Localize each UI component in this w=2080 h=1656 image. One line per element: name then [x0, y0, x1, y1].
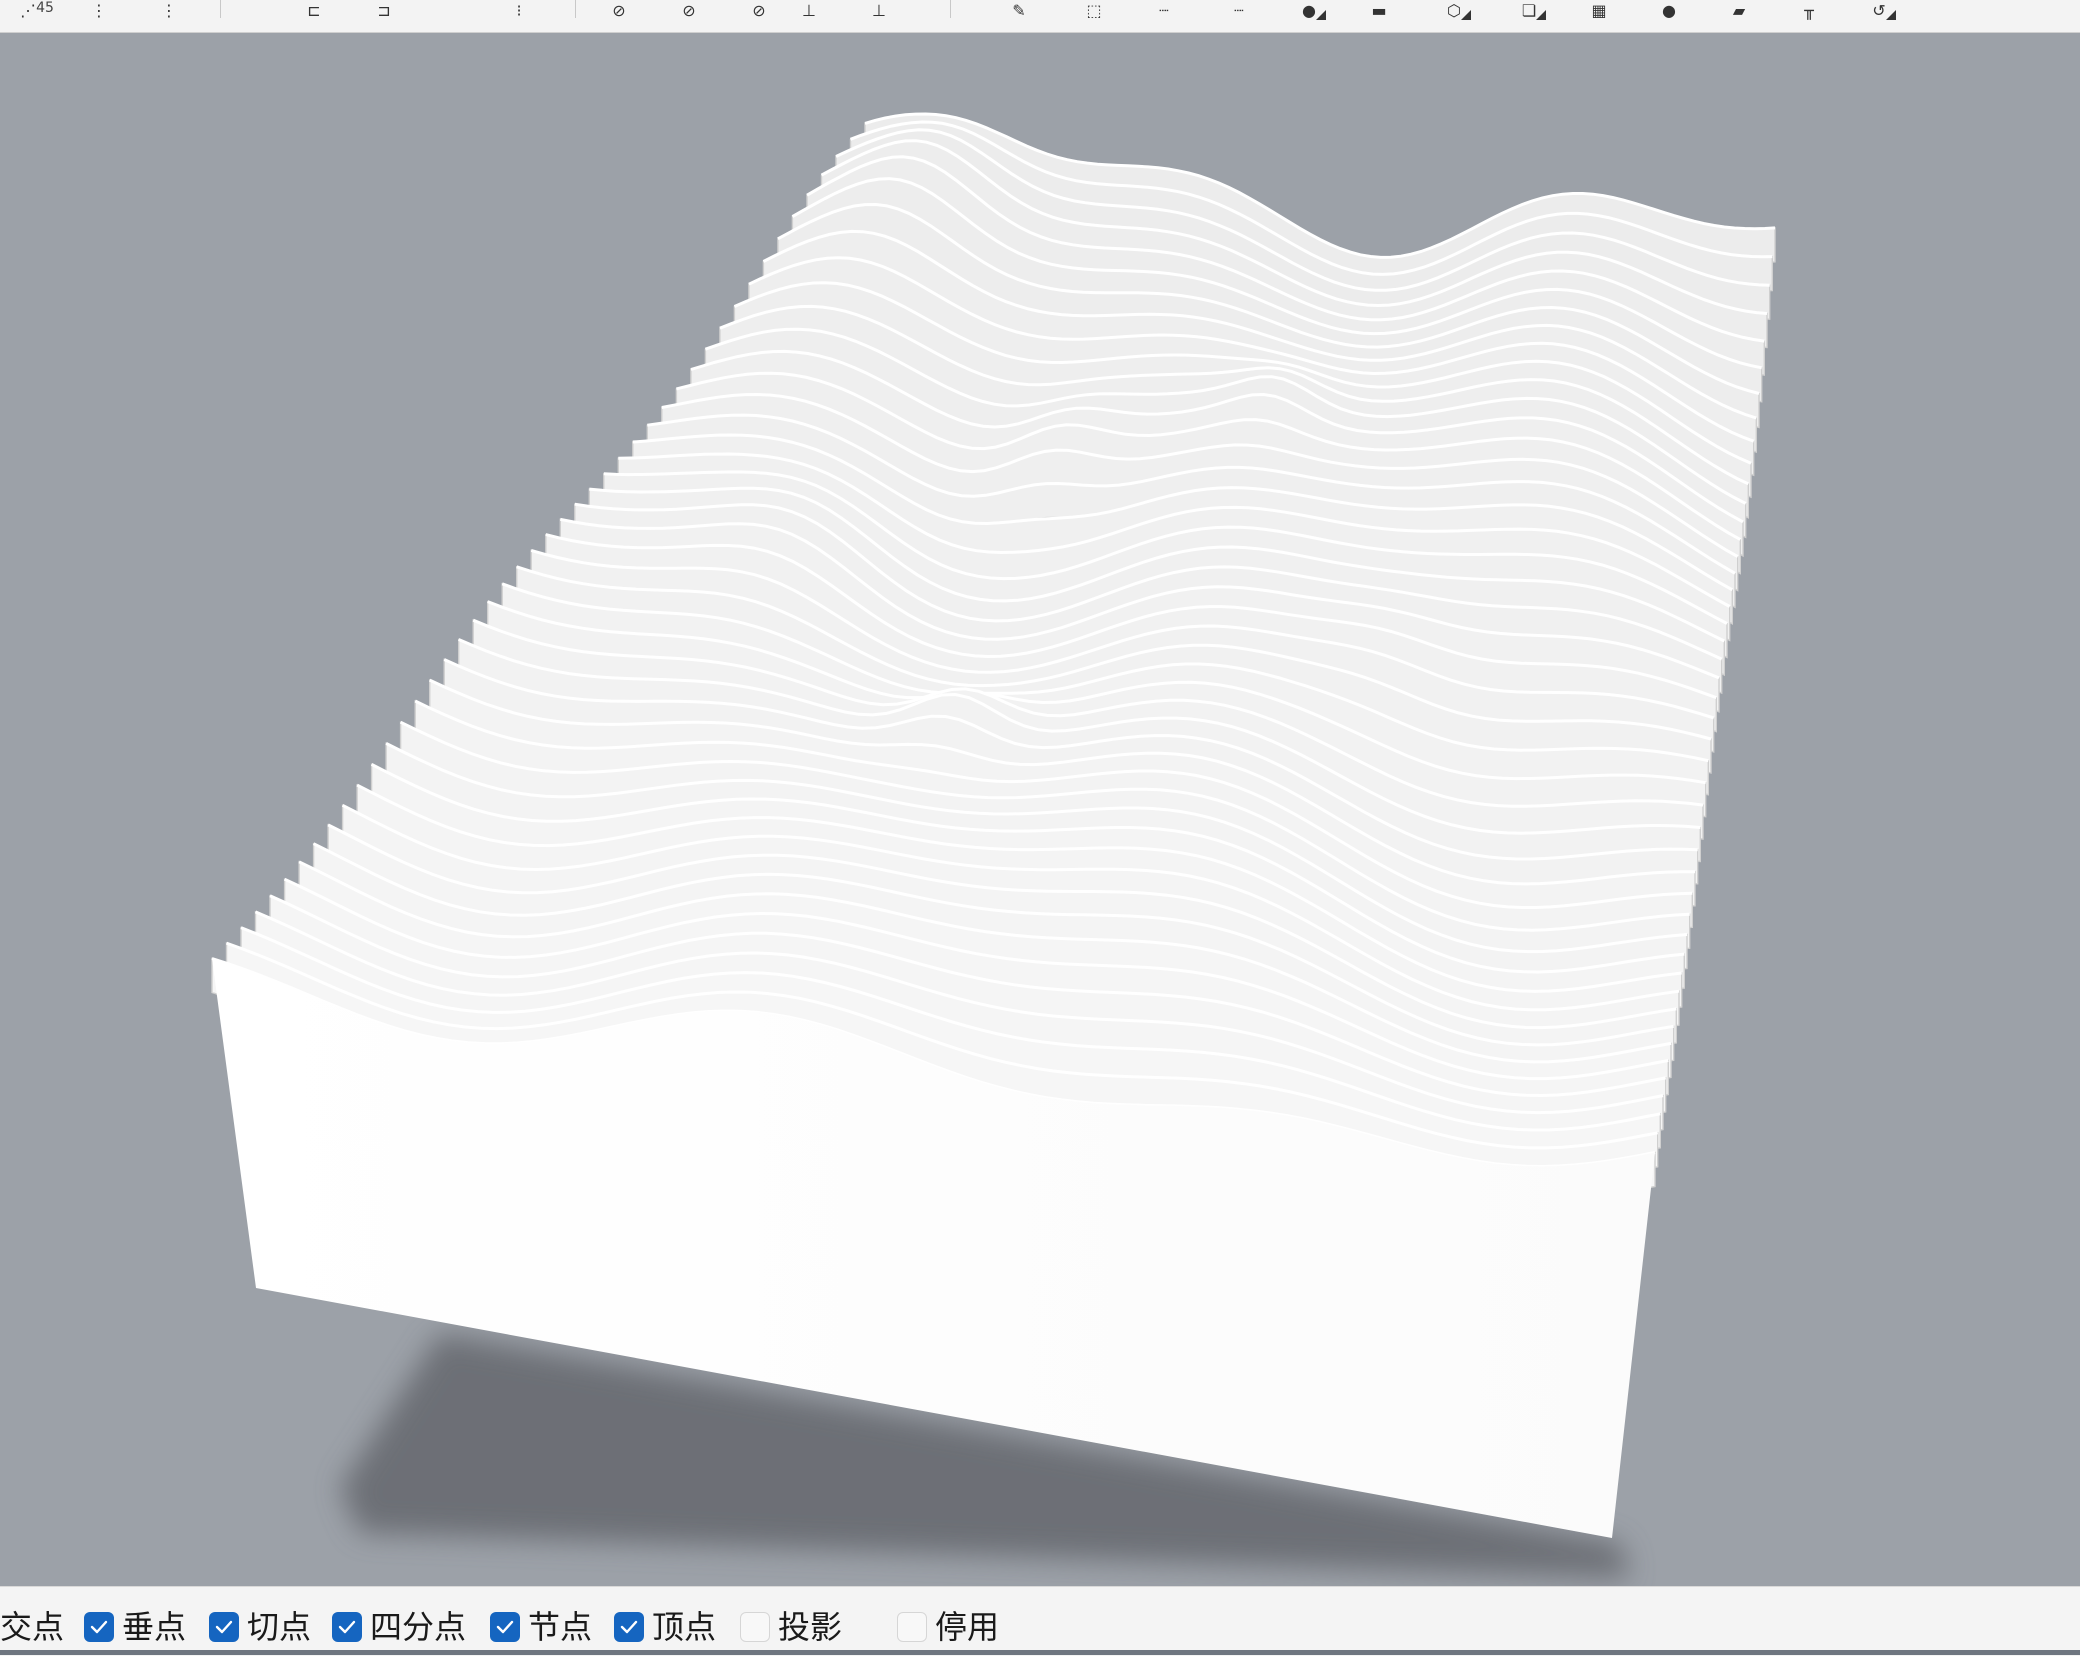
rotate-view-icon: ↺ — [1872, 0, 1886, 20]
box-button[interactable]: ⬚ — [1075, 0, 1113, 20]
dimension-button-2[interactable]: ⊥ — [860, 0, 898, 20]
layer-stack-button[interactable]: ❏ — [1510, 0, 1548, 20]
slab-icon: ▬ — [1371, 0, 1387, 20]
osnap-tangent-label: 切点 — [247, 1608, 312, 1646]
cube-button[interactable]: ⬡ — [1435, 0, 1473, 20]
pencil-button[interactable]: ✎ — [1000, 0, 1038, 20]
toolbar-separator — [220, 0, 221, 18]
toolbar-button-label: 45 — [36, 0, 54, 16]
mesh-button[interactable]: ▦ — [1580, 0, 1618, 20]
render-sphere-button[interactable]: ● — [1650, 0, 1688, 20]
pipe-icon: ╥ — [1804, 0, 1814, 20]
snap-point-1-icon: ⋮ — [91, 0, 107, 20]
osnap-intersection-label: 交点 — [0, 1608, 65, 1646]
checkmark-icon — [215, 1620, 233, 1634]
dotted-line-2-icon: ┈ — [1234, 0, 1244, 20]
dimension-button-1[interactable]: ⊥ — [790, 0, 828, 20]
hatch-color-button[interactable]: ⊘ — [670, 0, 708, 20]
checkmark-icon — [620, 1620, 638, 1634]
osnap-tangent-checkbox[interactable] — [209, 1612, 239, 1642]
dotted-line-button-1[interactable]: ┈ — [1145, 0, 1183, 20]
dropdown-corner-icon — [1316, 10, 1326, 20]
toolbar-separator — [575, 0, 576, 18]
dropdown-corner-icon — [1536, 10, 1546, 20]
sphere-icon: ● — [1302, 0, 1316, 20]
sphere-button[interactable]: ● — [1290, 0, 1328, 20]
align-left-button[interactable]: ⊏ — [295, 0, 333, 20]
align-left-icon: ⊏ — [307, 0, 321, 20]
dimension-1-icon: ⊥ — [802, 0, 816, 20]
snap-point-2-icon: ⋮ — [161, 0, 177, 20]
osnap-project-label: 投影 — [778, 1608, 843, 1646]
osnap-disable[interactable]: 停用 — [897, 1609, 999, 1645]
perspective-viewport[interactable] — [0, 33, 2080, 1586]
osnap-intersection[interactable]: 交点 — [0, 1609, 64, 1645]
osnap-quadrant[interactable]: 四分点 — [332, 1609, 466, 1645]
osnap-perpendicular-label: 垂点 — [122, 1608, 187, 1646]
box-icon: ⬚ — [1086, 0, 1102, 20]
checkmark-icon — [90, 1620, 108, 1634]
snap-grid-icon: ⁝ — [516, 0, 522, 20]
osnap-perpendicular[interactable]: 垂点 — [84, 1609, 186, 1645]
pencil-icon: ✎ — [1012, 0, 1026, 20]
osnap-status-bar: 交点 垂点 切点 四分点 节点 顶点 投影 停用 — [0, 1586, 2080, 1656]
osnap-knot-label: 节点 — [528, 1608, 593, 1646]
osnap-disable-checkbox[interactable] — [897, 1612, 927, 1642]
osnap-quadrant-label: 四分点 — [370, 1608, 467, 1646]
hatch-color-icon: ⊘ — [682, 0, 696, 20]
osnap-knot[interactable]: 节点 — [490, 1609, 592, 1645]
folder-button[interactable]: ▰ — [1720, 0, 1758, 20]
osnap-tangent[interactable]: 切点 — [209, 1609, 311, 1645]
hatch-pattern-button[interactable]: ⊘ — [740, 0, 778, 20]
hatch-pattern-icon: ⊘ — [752, 0, 766, 20]
dropdown-corner-icon — [1461, 10, 1471, 20]
align-point-button[interactable]: ⊐ — [365, 0, 403, 20]
osnap-disable-label: 停用 — [935, 1608, 1000, 1646]
pipe-button[interactable]: ╥ — [1790, 0, 1828, 20]
mesh-icon: ▦ — [1591, 0, 1607, 20]
rotate-view-button[interactable]: ↺ — [1860, 0, 1898, 20]
terrain-contour-layers — [211, 112, 1776, 1202]
cube-icon: ⬡ — [1447, 0, 1461, 20]
folder-icon: ▰ — [1732, 0, 1746, 20]
snap-angle-button[interactable]: ⋰ 45 — [18, 0, 56, 20]
bottom-edge — [0, 1650, 2080, 1655]
dotted-line-1-icon: ┈ — [1159, 0, 1169, 20]
snap-point-button-1[interactable]: ⋮ — [80, 0, 118, 20]
layer-stack-icon: ❏ — [1521, 0, 1537, 20]
render-sphere-icon: ● — [1662, 0, 1676, 20]
align-point-icon: ⊐ — [377, 0, 391, 20]
osnap-vertex-checkbox[interactable] — [614, 1612, 644, 1642]
osnap-vertex-label: 顶点 — [652, 1608, 717, 1646]
dotted-line-button-2[interactable]: ┈ — [1220, 0, 1258, 20]
checkmark-icon — [496, 1620, 514, 1634]
hatch-button[interactable]: ⊘ — [600, 0, 638, 20]
terrain-model-render — [211, 112, 1776, 1578]
osnap-quadrant-checkbox[interactable] — [332, 1612, 362, 1642]
osnap-project[interactable]: 投影 — [740, 1609, 842, 1645]
slab-button[interactable]: ▬ — [1360, 0, 1398, 20]
snap-grid-button[interactable]: ⁝ — [500, 0, 538, 20]
osnap-project-checkbox[interactable] — [740, 1612, 770, 1642]
dropdown-corner-icon — [1886, 10, 1896, 20]
osnap-knot-checkbox[interactable] — [490, 1612, 520, 1642]
snap-angle-icon: ⋰ — [20, 0, 37, 20]
hatch-icon: ⊘ — [612, 0, 626, 20]
osnap-vertex[interactable]: 顶点 — [614, 1609, 716, 1645]
checkmark-icon — [338, 1620, 356, 1634]
snap-point-button-2[interactable]: ⋮ — [150, 0, 188, 20]
dimension-2-icon: ⊥ — [872, 0, 886, 20]
osnap-perpendicular-checkbox[interactable] — [84, 1612, 114, 1642]
toolbar-separator — [950, 0, 951, 18]
top-toolbar: ⋰ 45 ⋮ ⋮ ⊏ ⊐ ⁝ ⊘ ⊘ ⊘ ⊥ ⊥ ✎ ⬚ ┈ ┈ ● ▬ ⬡ ❏ ▦ ● ▰ ╥ ↺ — [0, 0, 2080, 33]
